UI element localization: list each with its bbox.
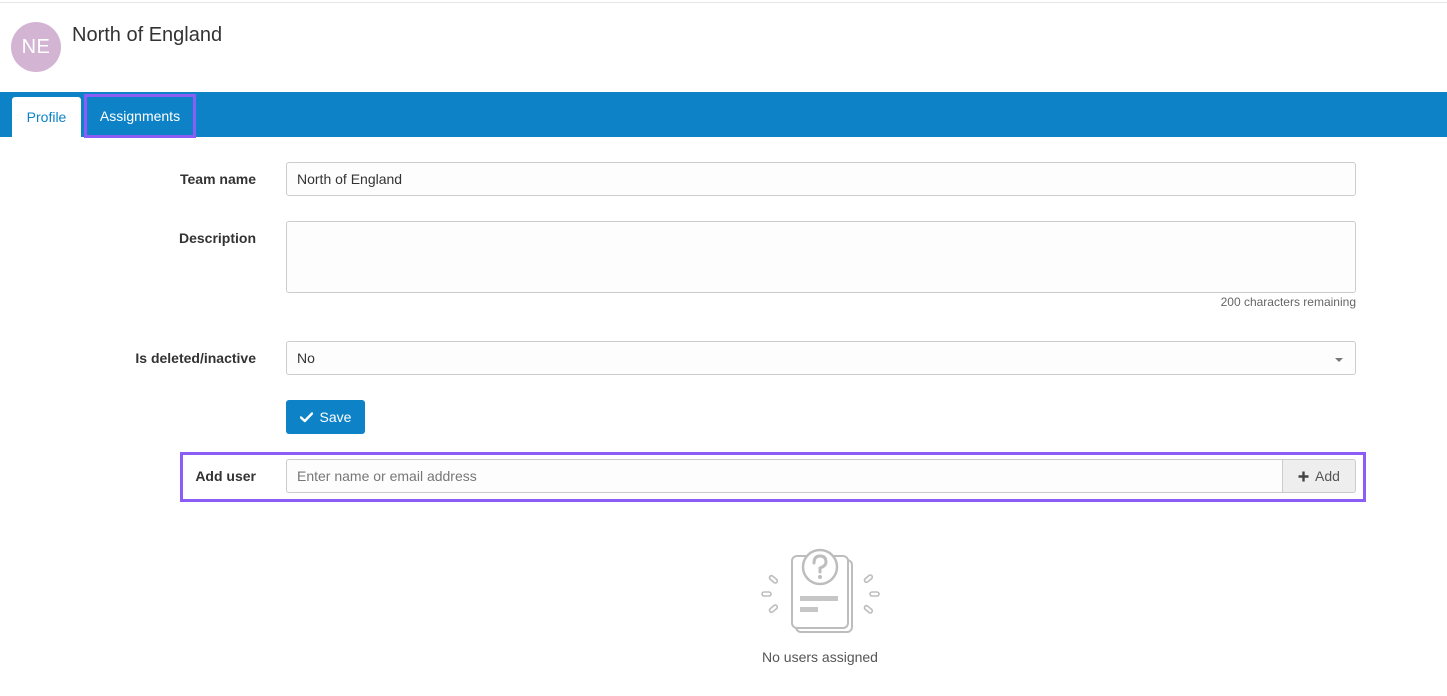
tab-bar: Profile Assignments xyxy=(0,92,1447,138)
add-user-button[interactable]: Add xyxy=(1282,459,1356,493)
chevron-down-icon xyxy=(1335,358,1343,362)
add-user-input[interactable]: Enter name or email address xyxy=(286,459,1283,493)
add-user-label: Add user xyxy=(195,468,256,484)
empty-state-text: No users assigned xyxy=(762,649,878,665)
page-title: North of England xyxy=(72,24,223,46)
char-remaining-text: 200 characters remaining xyxy=(1220,295,1356,309)
save-button-label: Save xyxy=(319,409,352,425)
inactive-value: No xyxy=(297,350,315,366)
description-textarea[interactable] xyxy=(286,221,1356,293)
description-label: Description xyxy=(178,230,256,246)
add-user-placeholder: Enter name or email address xyxy=(297,468,477,484)
check-icon xyxy=(299,411,313,422)
inactive-label: Is deleted/inactive xyxy=(135,350,256,366)
plus-icon xyxy=(1298,471,1309,481)
question-document-icon xyxy=(761,548,880,633)
tab-profile[interactable]: Profile xyxy=(12,97,81,137)
inactive-select[interactable]: No xyxy=(286,341,1356,375)
team-name-label: Team name xyxy=(180,171,256,187)
team-name-value: North of England xyxy=(297,171,403,187)
tab-assignments[interactable]: Assignments xyxy=(84,94,196,138)
top-divider xyxy=(0,2,1447,3)
avatar: NE xyxy=(11,22,61,72)
add-button-label: Add xyxy=(1315,468,1340,484)
team-name-input[interactable]: North of England xyxy=(286,162,1356,196)
save-button[interactable]: Save xyxy=(286,400,365,434)
